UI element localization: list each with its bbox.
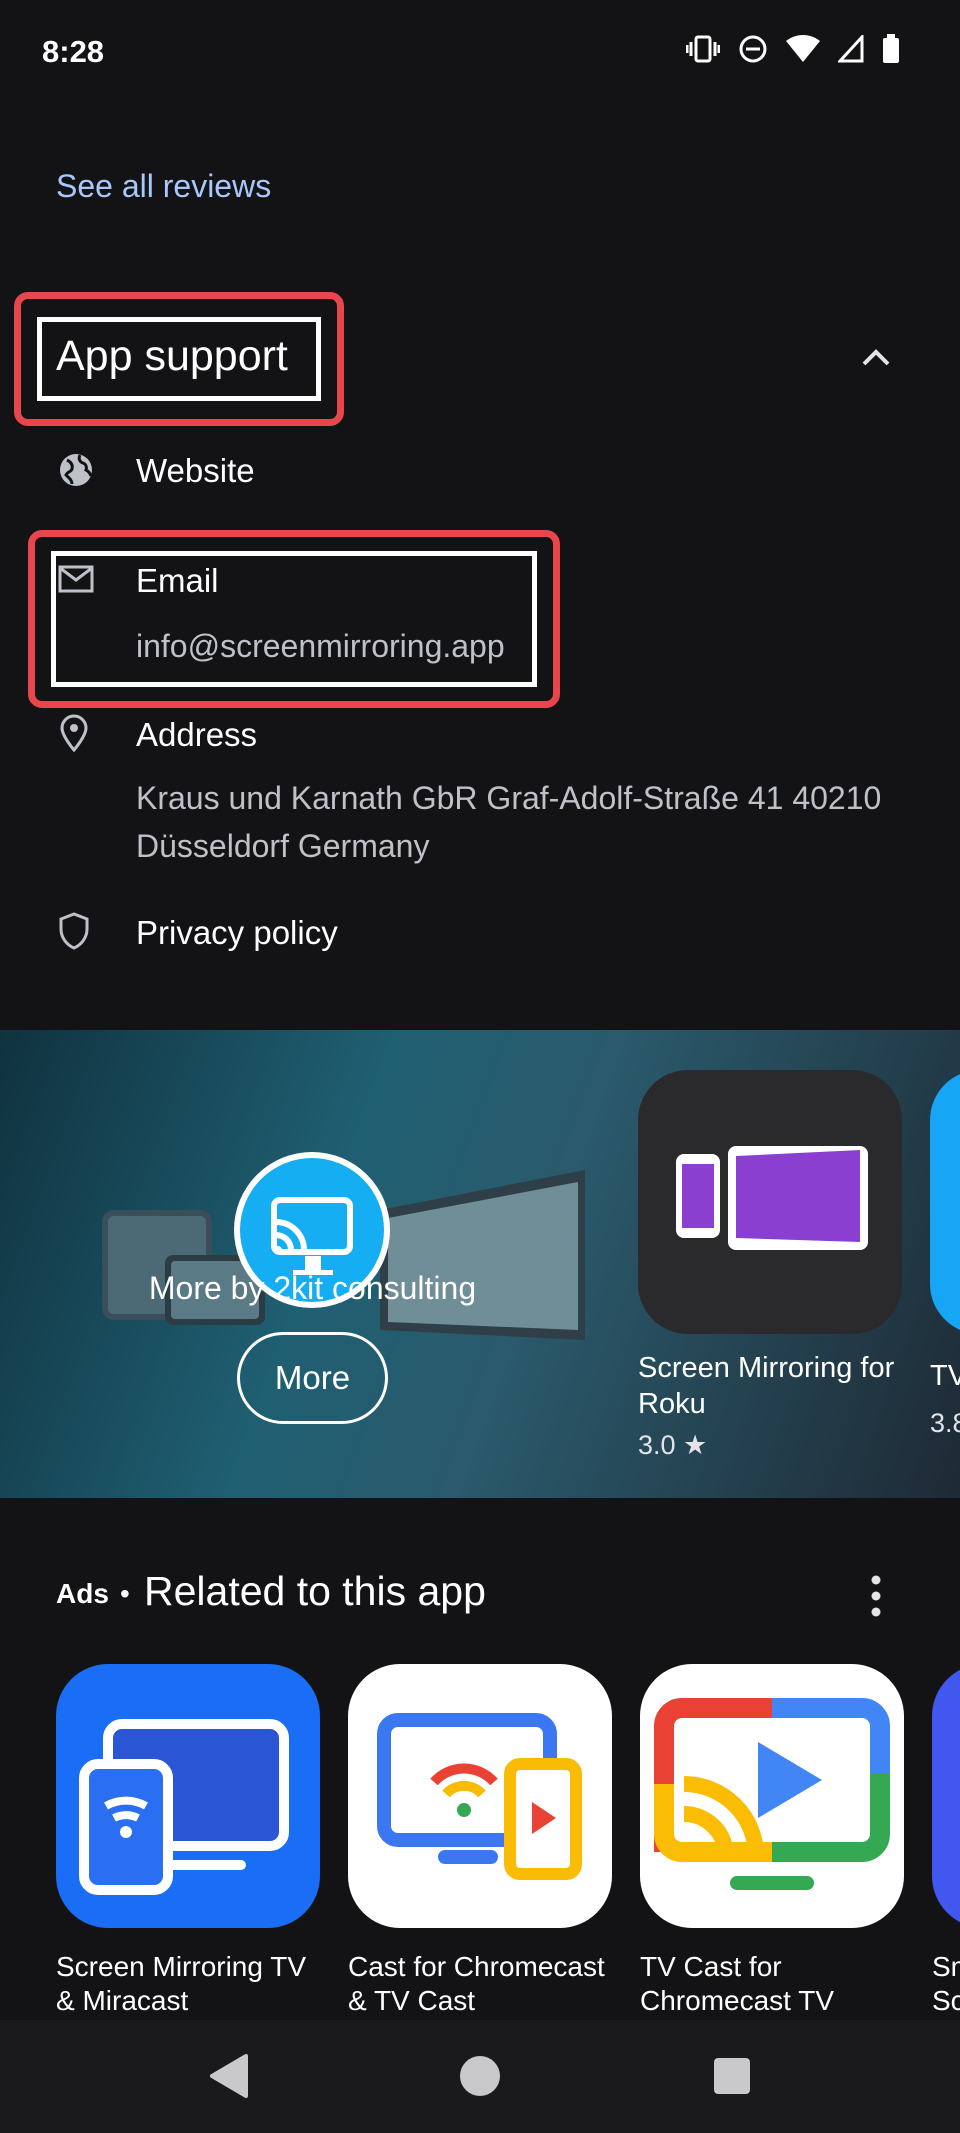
wifi-icon [786,35,820,62]
app-support-title: App support [56,332,288,380]
more-options-icon[interactable] [866,1574,886,1618]
related-app-name: Screen Mirroring TV & Miracast [56,1950,320,2018]
status-bar: 8:28 [0,0,960,104]
featured-app-name: Screen Mirroring for Roku [638,1350,902,1422]
tv-cast-chromecast-icon [640,1664,904,1928]
highlight-box-email [28,530,560,708]
email-value: info@screenmirroring.app [136,628,505,664]
ads-label: Ads [56,1578,109,1609]
related-app-name-line: Screen Mirroring TV [56,1951,307,1982]
globe-icon [60,454,93,486]
more-by-developer-text: More by 2kit consulting [148,1270,477,1306]
related-app-name-line: Cast for Chromecast [348,1951,605,1982]
status-icons [686,34,900,64]
related-app-name: TV Cast for Chromecast TV [640,1950,904,2018]
status-time: 8:28 [42,34,105,69]
signal-icon [838,35,864,63]
support-item-label: Privacy policy [136,914,338,951]
recents-icon[interactable] [712,2052,752,2100]
peek-app-name: TV [930,1360,960,1392]
featured-app-card[interactable]: Screen Mirroring for Roku 3.0 ★ [638,1070,902,1461]
peek-app-rating: 3.8 [930,1408,960,1438]
related-app-card[interactable]: Cast for Chromecast & TV Cast [348,1664,612,2018]
address-line-2: Düsseldorf Germany [136,828,430,864]
related-app-name-line: & Miracast [56,1985,189,2016]
battery-icon [883,34,899,63]
featured-app-rating: 3.0 ★ [638,1430,708,1460]
related-app-name-line: Chromecast TV [640,1985,834,2016]
mail-icon [58,565,94,593]
related-app-card[interactable]: Screen Mirroring TV & Miracast [56,1664,320,2018]
back-icon[interactable] [206,2052,250,2100]
navigation-bar [0,2020,960,2133]
featured-app-name-line: Roku [638,1388,706,1420]
shield-icon [59,912,89,950]
peek-app-icon[interactable] [930,1070,960,1334]
home-icon[interactable] [458,2052,502,2100]
related-app-icon [932,1664,960,1928]
featured-app-name-line: Screen Mirroring for [638,1352,895,1384]
related-app-card[interactable]: Sm Sc [932,1664,960,2018]
address-line-1: Kraus und Karnath GbR Graf-Adolf-Straße … [136,780,882,816]
location-pin-icon [60,714,88,752]
banner-artwork [102,1152,585,1340]
related-app-name: Cast for Chromecast & TV Cast [348,1950,612,2018]
cast-for-chromecast-icon [348,1664,612,1928]
vibrate-icon [686,35,720,63]
separator-dot: • [120,1578,130,1609]
related-section-title: Related to this app [144,1568,486,1614]
more-button[interactable]: More [237,1332,388,1424]
related-app-name-line: Sc [932,1985,960,2016]
support-item-label: Address [136,716,258,753]
see-all-reviews-link[interactable]: See all reviews [56,168,271,205]
related-app-card[interactable]: TV Cast for Chromecast TV [640,1664,904,2018]
related-app-name-line: TV Cast for [640,1951,782,1982]
related-app-name-line: Sm [932,1951,960,1982]
developer-banner[interactable]: More by 2kit consulting More Screen Mirr… [0,1030,960,1498]
related-app-name: Sm Sc [932,1950,960,2018]
dnd-icon [739,35,767,63]
related-app-name-line: & TV Cast [348,1985,476,2016]
screen-mirroring-roku-icon [638,1070,902,1334]
support-item-label: Email [136,562,219,599]
support-item-label: Website [136,452,255,489]
chevron-up-icon[interactable] [858,340,894,376]
screen-mirroring-miracast-icon [56,1664,320,1928]
